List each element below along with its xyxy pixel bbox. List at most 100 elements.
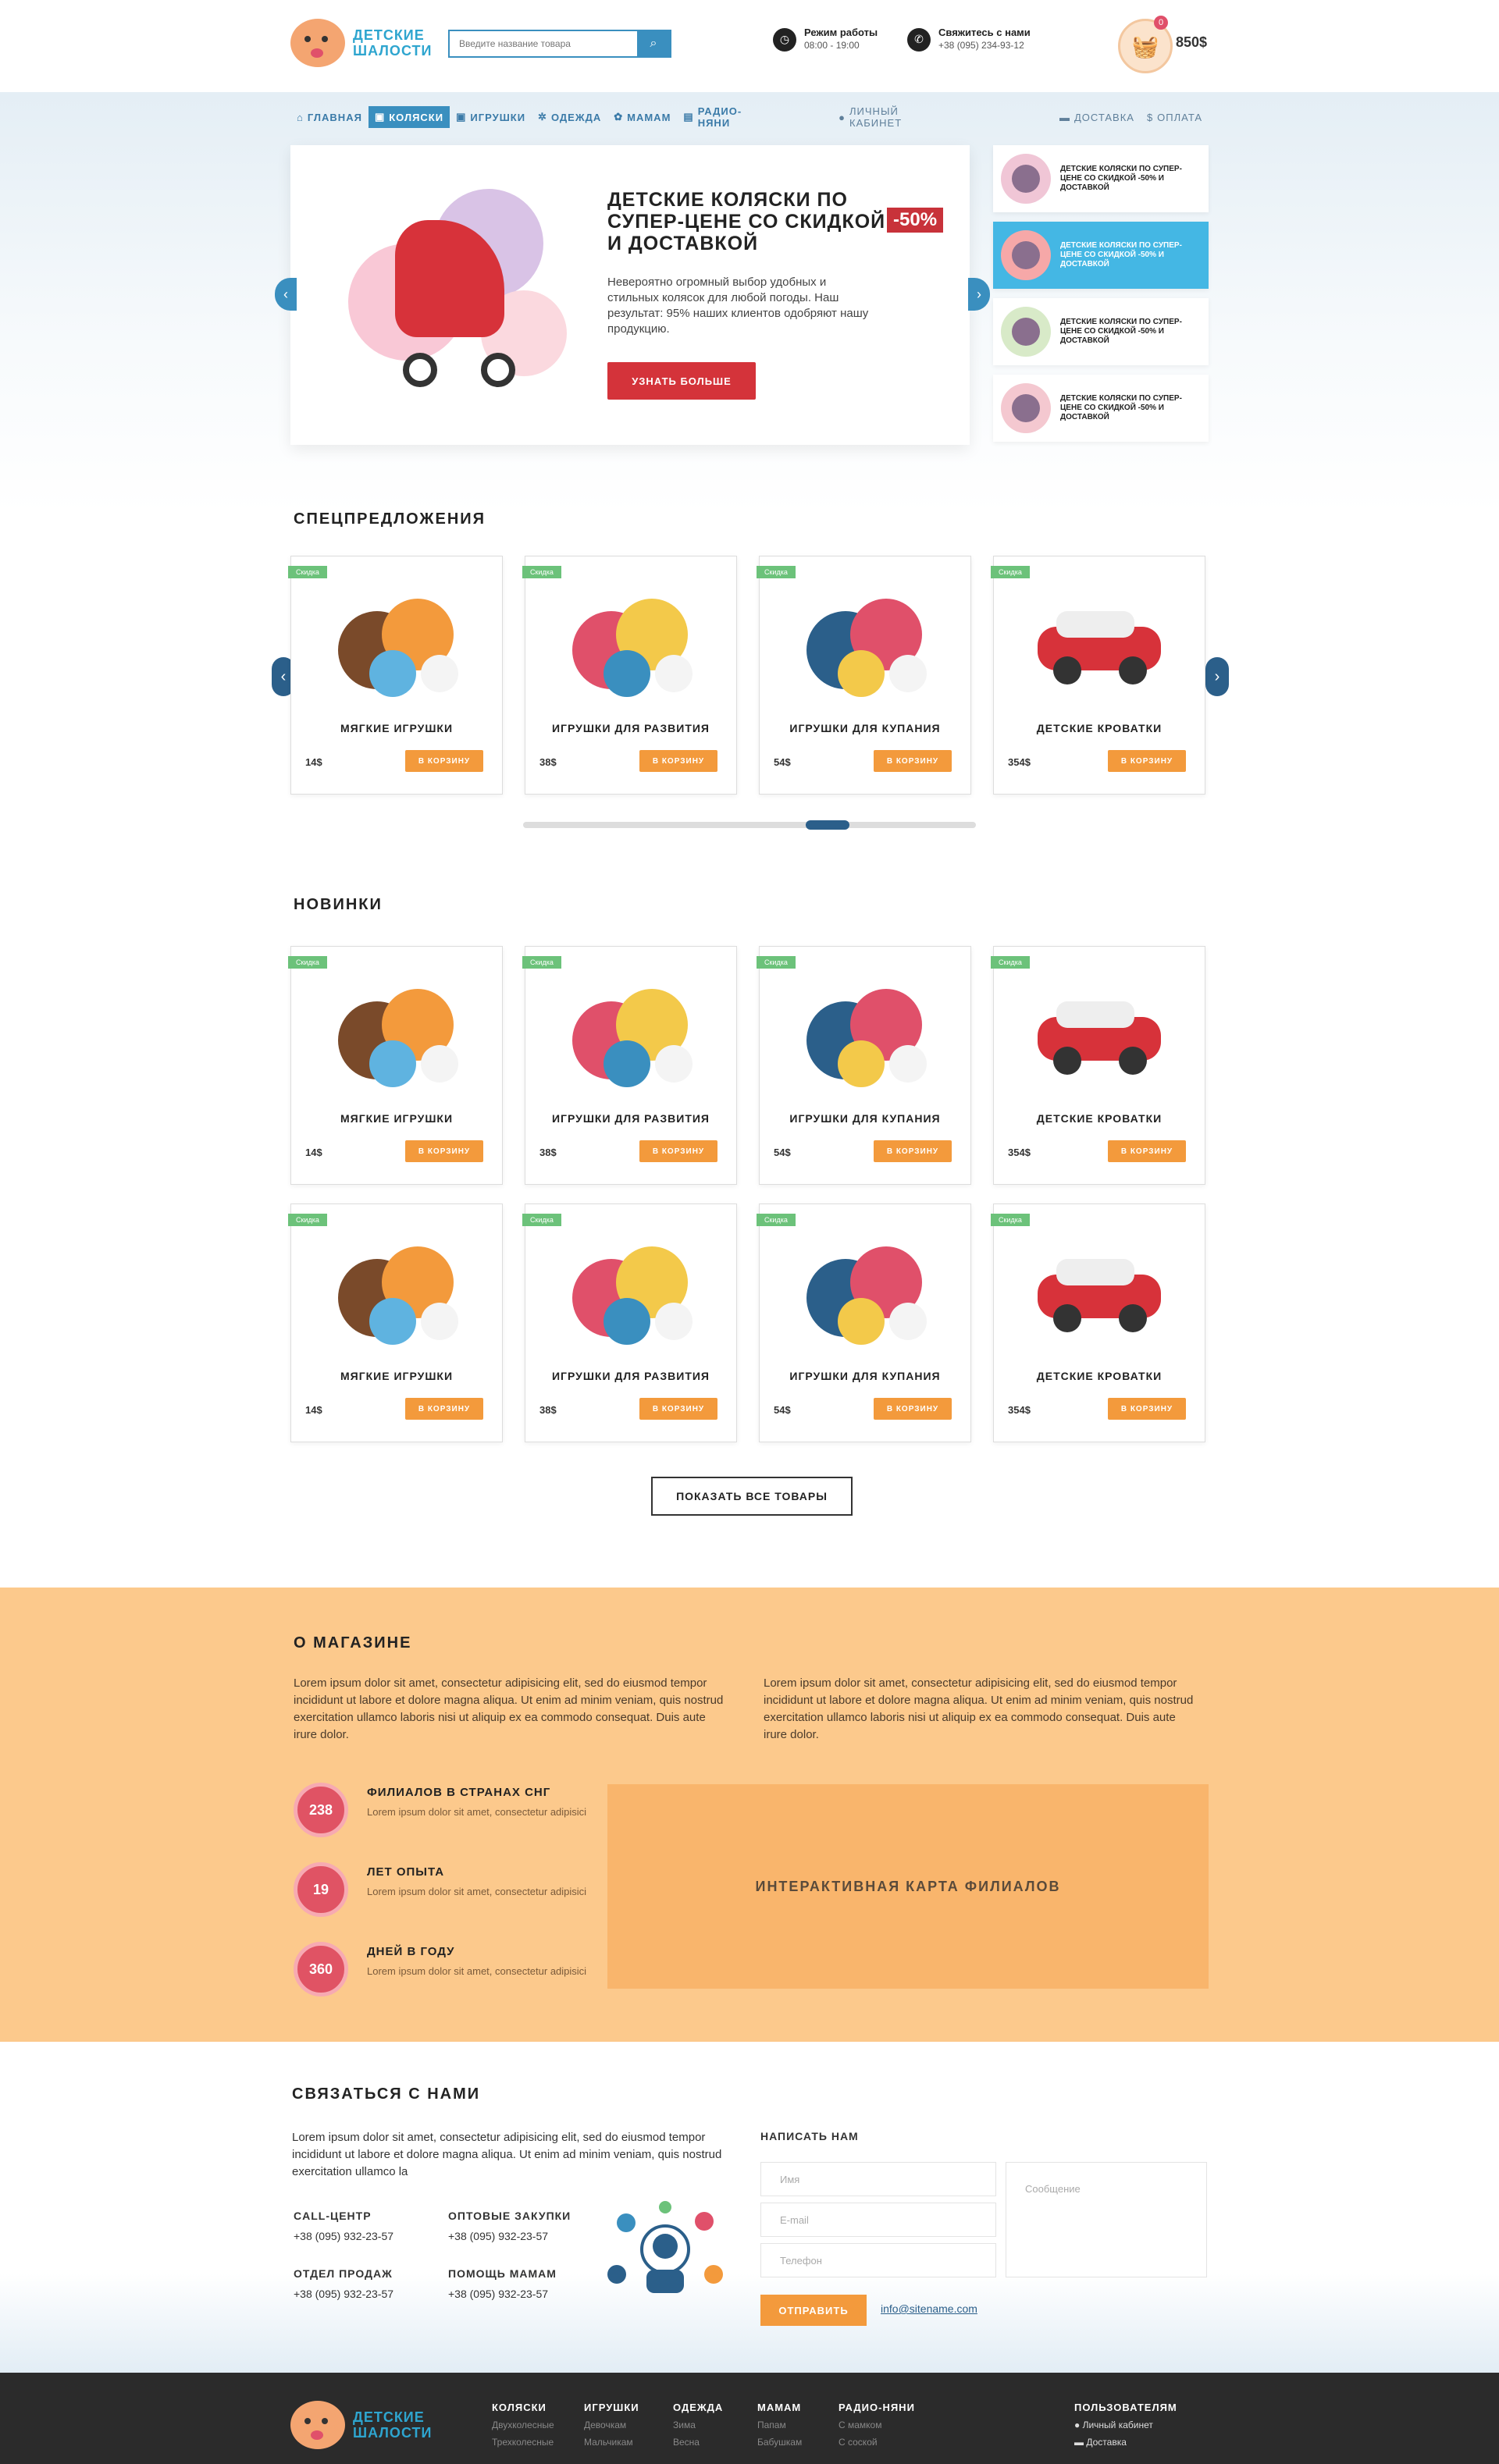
nav-toys[interactable]: ▣ ИГРУШКИ bbox=[450, 106, 532, 128]
chevron-right-icon: › bbox=[1214, 667, 1220, 685]
product-name[interactable]: ИГРУШКИ ДЛЯ РАЗВИТИЯ bbox=[525, 722, 736, 734]
product-card[interactable]: Скидка МЯГКИЕ ИГРУШКИ 14$ В КОРЗИНУ bbox=[288, 1204, 503, 1442]
add-to-cart-button[interactable]: В КОРЗИНУ bbox=[639, 1140, 717, 1162]
nav-delivery[interactable]: ▬ ДОСТАВКА bbox=[1053, 106, 1141, 128]
footer-link[interactable]: Зима bbox=[673, 2416, 723, 2434]
add-to-cart-button[interactable]: В КОРЗИНУ bbox=[1108, 1140, 1186, 1162]
footer-col: ОДЕЖДА Зима Весна bbox=[673, 2399, 723, 2451]
add-to-cart-button[interactable]: В КОРЗИНУ bbox=[874, 1398, 952, 1420]
footer-link[interactable]: С соской bbox=[839, 2434, 915, 2451]
add-to-cart-button[interactable]: В КОРЗИНУ bbox=[639, 750, 717, 772]
hours-title: Режим работы bbox=[804, 27, 878, 38]
product-name[interactable]: ДЕТСКИЕ КРОВАТКИ bbox=[994, 1112, 1205, 1125]
add-to-cart-button[interactable]: В КОРЗИНУ bbox=[639, 1398, 717, 1420]
logo[interactable]: ДЕТСКИЕ ШАЛОСТИ bbox=[290, 19, 432, 67]
footer-link[interactable]: Весна bbox=[673, 2434, 723, 2451]
product-image[interactable] bbox=[1033, 970, 1166, 1095]
product-image[interactable] bbox=[1033, 580, 1166, 705]
message-field[interactable]: Сообщение bbox=[1006, 2162, 1207, 2277]
product-card[interactable]: Скидка ИГРУШКИ ДЛЯ РАЗВИТИЯ 38$ В КОРЗИНУ bbox=[522, 556, 737, 795]
nav-strollers[interactable]: ▣ КОЛЯСКИ bbox=[368, 106, 450, 128]
product-card[interactable]: Скидка ДЕТСКИЕ КРОВАТКИ 354$ В КОРЗИНУ bbox=[991, 946, 1205, 1185]
scrollbar-thumb[interactable] bbox=[806, 820, 849, 830]
product-card[interactable]: Скидка МЯГКИЕ ИГРУШКИ 14$ В КОРЗИНУ bbox=[288, 556, 503, 795]
footer-link[interactable]: С мамком bbox=[839, 2416, 915, 2434]
product-image[interactable] bbox=[330, 970, 463, 1095]
add-to-cart-button[interactable]: В КОРЗИНУ bbox=[874, 750, 952, 772]
product-price: 54$ bbox=[774, 1147, 791, 1158]
nav-moms[interactable]: ✿ МАМАМ bbox=[607, 106, 677, 128]
product-name[interactable]: ДЕТСКИЕ КРОВАТКИ bbox=[994, 722, 1205, 734]
product-name[interactable]: ИГРУШКИ ДЛЯ РАЗВИТИЯ bbox=[525, 1370, 736, 1382]
slider-thumb[interactable]: ДЕТСКИЕ КОЛЯСКИ ПО СУПЕР-ЦЕНЕ СО СКИДКОЙ… bbox=[993, 145, 1209, 212]
add-to-cart-button[interactable]: В КОРЗИНУ bbox=[1108, 1398, 1186, 1420]
name-field[interactable]: Имя bbox=[760, 2162, 996, 2196]
product-image[interactable] bbox=[799, 970, 931, 1095]
send-button[interactable]: ОТПРАВИТЬ bbox=[760, 2295, 867, 2326]
email-field[interactable]: E-mail bbox=[760, 2203, 996, 2237]
chevron-left-icon: ‹ bbox=[280, 667, 287, 685]
product-card[interactable]: Скидка ДЕТСКИЕ КРОВАТКИ 354$ В КОРЗИНУ bbox=[991, 556, 1205, 795]
add-to-cart-button[interactable]: В КОРЗИНУ bbox=[405, 750, 483, 772]
footer-link[interactable]: Трехколесные bbox=[492, 2434, 554, 2451]
cart-count: 0 bbox=[1154, 16, 1168, 30]
footer-logo[interactable]: ДЕТСКИЕ ШАЛОСТИ bbox=[290, 2401, 432, 2449]
product-name[interactable]: МЯГКИЕ ИГРУШКИ bbox=[291, 1370, 502, 1382]
nav-account[interactable]: ● ЛИЧНЫЙ КАБИНЕТ bbox=[832, 105, 913, 129]
product-name[interactable]: ИГРУШКИ ДЛЯ РАЗВИТИЯ bbox=[525, 1112, 736, 1125]
product-image[interactable] bbox=[564, 580, 697, 705]
product-image[interactable] bbox=[799, 1228, 931, 1353]
product-card[interactable]: Скидка ДЕТСКИЕ КРОВАТКИ 354$ В КОРЗИНУ bbox=[991, 1204, 1205, 1442]
product-image[interactable] bbox=[1033, 1228, 1166, 1353]
product-card[interactable]: Скидка ИГРУШКИ ДЛЯ РАЗВИТИЯ 38$ В КОРЗИНУ bbox=[522, 1204, 737, 1442]
slider-thumb[interactable]: ДЕТСКИЕ КОЛЯСКИ ПО СУПЕР-ЦЕНЕ СО СКИДКОЙ… bbox=[993, 375, 1209, 442]
learn-more-button[interactable]: УЗНАТЬ БОЛЬШЕ bbox=[607, 362, 756, 400]
footer-link[interactable]: Бабушкам bbox=[757, 2434, 802, 2451]
nav-baby-monitors[interactable]: ▤ РАДИО-НЯНИ bbox=[677, 105, 748, 129]
footer-link[interactable]: Двухколесные bbox=[492, 2416, 554, 2434]
branches-map[interactable]: ИНТЕРАКТИВНАЯ КАРТА ФИЛИАЛОВ bbox=[607, 1784, 1209, 1989]
add-to-cart-button[interactable]: В КОРЗИНУ bbox=[1108, 750, 1186, 772]
footer-link-delivery[interactable]: ▬ Доставка bbox=[1074, 2434, 1177, 2451]
nav-payment[interactable]: $ ОПЛАТА bbox=[1141, 106, 1209, 128]
specials-next-button[interactable]: › bbox=[1205, 657, 1229, 696]
product-image[interactable] bbox=[330, 1228, 463, 1353]
contact-info: ✆ Свяжитесь с нами +38 (095) 234-93-12 bbox=[907, 27, 1031, 52]
product-name[interactable]: МЯГКИЕ ИГРУШКИ bbox=[291, 1112, 502, 1125]
footer-col: РАДИО-НЯНИ С мамком С соской bbox=[839, 2399, 915, 2451]
product-card[interactable]: Скидка МЯГКИЕ ИГРУШКИ 14$ В КОРЗИНУ bbox=[288, 946, 503, 1185]
search-input[interactable] bbox=[450, 31, 637, 56]
product-name[interactable]: ИГРУШКИ ДЛЯ КУПАНИЯ bbox=[760, 722, 970, 734]
email-link[interactable]: info@sitename.com bbox=[881, 2302, 977, 2315]
footer-link-account[interactable]: ● Личный кабинет bbox=[1074, 2416, 1177, 2434]
slider-thumb[interactable]: ДЕТСКИЕ КОЛЯСКИ ПО СУПЕР-ЦЕНЕ СО СКИДКОЙ… bbox=[993, 298, 1209, 365]
product-name[interactable]: ИГРУШКИ ДЛЯ КУПАНИЯ bbox=[760, 1370, 970, 1382]
nav-home[interactable]: ⌂ ГЛАВНАЯ bbox=[290, 106, 369, 128]
product-name[interactable]: ДЕТСКИЕ КРОВАТКИ bbox=[994, 1370, 1205, 1382]
toy-icon: ▣ bbox=[456, 111, 467, 123]
footer-link[interactable]: Мальчикам bbox=[584, 2434, 639, 2451]
product-image[interactable] bbox=[330, 580, 463, 705]
contact-phone[interactable]: +38 (095) 234-93-12 bbox=[938, 40, 1024, 51]
footer-link[interactable]: Папам bbox=[757, 2416, 802, 2434]
product-price: 38$ bbox=[539, 1147, 557, 1158]
search-button[interactable]: ⌕ bbox=[637, 31, 670, 56]
phone-field[interactable]: Телефон bbox=[760, 2243, 996, 2277]
add-to-cart-button[interactable]: В КОРЗИНУ bbox=[874, 1140, 952, 1162]
footer-link[interactable]: Девочкам bbox=[584, 2416, 639, 2434]
product-image[interactable] bbox=[564, 1228, 697, 1353]
product-image[interactable] bbox=[799, 580, 931, 705]
product-image[interactable] bbox=[564, 970, 697, 1095]
add-to-cart-button[interactable]: В КОРЗИНУ bbox=[405, 1398, 483, 1420]
add-to-cart-button[interactable]: В КОРЗИНУ bbox=[405, 1140, 483, 1162]
product-card[interactable]: Скидка ИГРУШКИ ДЛЯ КУПАНИЯ 54$ В КОРЗИНУ bbox=[757, 1204, 971, 1442]
product-name[interactable]: ИГРУШКИ ДЛЯ КУПАНИЯ bbox=[760, 1112, 970, 1125]
slider-thumb-active[interactable]: ДЕТСКИЕ КОЛЯСКИ ПО СУПЕР-ЦЕНЕ СО СКИДКОЙ… bbox=[993, 222, 1209, 289]
specials-scrollbar[interactable] bbox=[523, 820, 976, 830]
product-name[interactable]: МЯГКИЕ ИГРУШКИ bbox=[291, 722, 502, 734]
product-card[interactable]: Скидка ИГРУШКИ ДЛЯ РАЗВИТИЯ 38$ В КОРЗИНУ bbox=[522, 946, 737, 1185]
product-card[interactable]: Скидка ИГРУШКИ ДЛЯ КУПАНИЯ 54$ В КОРЗИНУ bbox=[757, 946, 971, 1185]
show-all-button[interactable]: ПОКАЗАТЬ ВСЕ ТОВАРЫ bbox=[651, 1477, 853, 1516]
nav-clothes[interactable]: ✲ ОДЕЖДА bbox=[532, 106, 607, 128]
product-card[interactable]: Скидка ИГРУШКИ ДЛЯ КУПАНИЯ 54$ В КОРЗИНУ bbox=[757, 556, 971, 795]
